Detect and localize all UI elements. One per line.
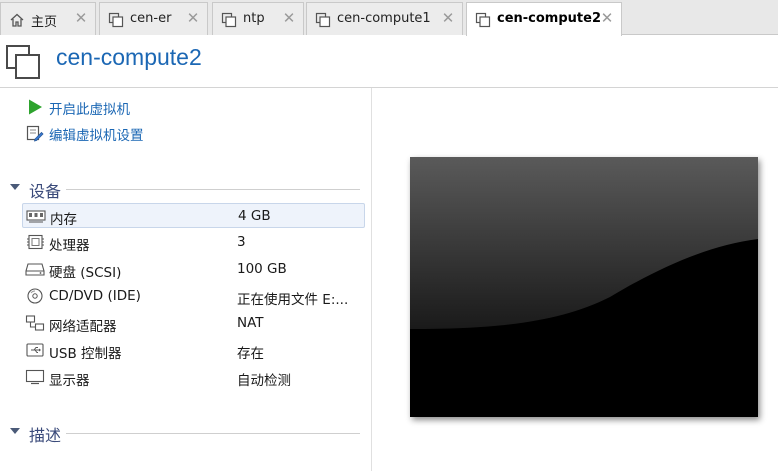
edit-settings-icon	[26, 125, 44, 142]
device-name: 显示器	[49, 373, 90, 389]
device-row-usb[interactable]: USB 控制器 存在	[22, 338, 365, 363]
usb-icon	[26, 343, 44, 357]
close-icon[interactable]: ✕	[281, 9, 297, 27]
devices-section-header[interactable]: 设备	[10, 178, 360, 201]
device-value: 正在使用文件 E:...	[237, 292, 349, 308]
device-name: CD/DVD (IDE)	[49, 288, 141, 304]
vm-icon	[475, 12, 491, 28]
hard-disk-icon	[25, 263, 45, 276]
home-icon	[10, 13, 24, 27]
vm-icon	[108, 12, 124, 28]
close-icon[interactable]: ✕	[440, 9, 456, 27]
device-name: USB 控制器	[49, 346, 122, 362]
pane-divider	[371, 88, 372, 471]
device-value: NAT	[237, 315, 264, 331]
cd-dvd-icon	[27, 288, 43, 304]
divider	[66, 433, 360, 434]
description-section-header[interactable]: 描述	[10, 422, 360, 445]
section-title: 设备	[29, 182, 62, 201]
vm-icon	[6, 45, 40, 79]
device-name: 内存	[50, 212, 77, 228]
close-icon[interactable]: ✕	[73, 9, 89, 27]
device-value: 存在	[237, 346, 264, 362]
device-row-display[interactable]: 显示器 自动检测	[22, 365, 365, 390]
tab-home[interactable]: 主页 ✕	[0, 2, 96, 35]
device-value: 自动检测	[237, 373, 291, 389]
tab-label: ntp	[243, 11, 265, 26]
power-on-label: 开启此虚拟机	[49, 102, 130, 118]
tab-divider	[622, 34, 778, 35]
page-title: cen-compute2	[56, 44, 202, 70]
tab-label: cen-er	[130, 11, 172, 26]
collapse-triangle-icon	[10, 428, 20, 434]
device-value: 3	[237, 234, 246, 250]
tab-ntp[interactable]: ntp ✕	[212, 2, 304, 35]
tab-cen-compute2[interactable]: cen-compute2 ✕	[466, 2, 622, 36]
divider	[0, 87, 778, 88]
edit-settings-label: 编辑虚拟机设置	[49, 128, 144, 144]
vm-icon	[221, 12, 237, 28]
device-name: 处理器	[49, 238, 90, 254]
tab-bar: 主页 ✕ cen-er ✕ ntp ✕ cen-compute1 ✕ cen-c…	[0, 0, 778, 36]
power-on-icon	[29, 99, 42, 115]
tab-cen-er[interactable]: cen-er ✕	[99, 2, 208, 35]
tab-label: cen-compute2	[497, 11, 601, 26]
close-icon[interactable]: ✕	[599, 9, 615, 27]
device-row-cpu[interactable]: 处理器 3	[22, 230, 365, 255]
cpu-icon	[27, 234, 44, 250]
device-row-memory[interactable]: 内存 4 GB	[22, 203, 365, 228]
display-icon	[25, 369, 45, 385]
device-name: 网络适配器	[49, 319, 117, 335]
device-row-network-adapter[interactable]: 网络适配器 NAT	[22, 311, 365, 336]
section-title: 描述	[29, 426, 62, 445]
tab-label: 主页	[31, 15, 58, 30]
divider	[66, 189, 360, 190]
close-icon[interactable]: ✕	[185, 9, 201, 27]
vm-screen-preview[interactable]	[410, 157, 758, 417]
device-row-hard-disk[interactable]: 硬盘 (SCSI) 100 GB	[22, 257, 365, 282]
device-row-cd-dvd[interactable]: CD/DVD (IDE) 正在使用文件 E:...	[22, 284, 365, 309]
collapse-triangle-icon	[10, 184, 20, 190]
device-name: 硬盘 (SCSI)	[49, 265, 122, 281]
device-value: 4 GB	[238, 208, 271, 224]
network-adapter-icon	[25, 315, 45, 331]
device-value: 100 GB	[237, 261, 287, 277]
tab-cen-compute1[interactable]: cen-compute1 ✕	[306, 2, 463, 35]
tab-label: cen-compute1	[337, 11, 431, 26]
memory-icon	[26, 210, 46, 223]
vm-icon	[315, 12, 331, 28]
